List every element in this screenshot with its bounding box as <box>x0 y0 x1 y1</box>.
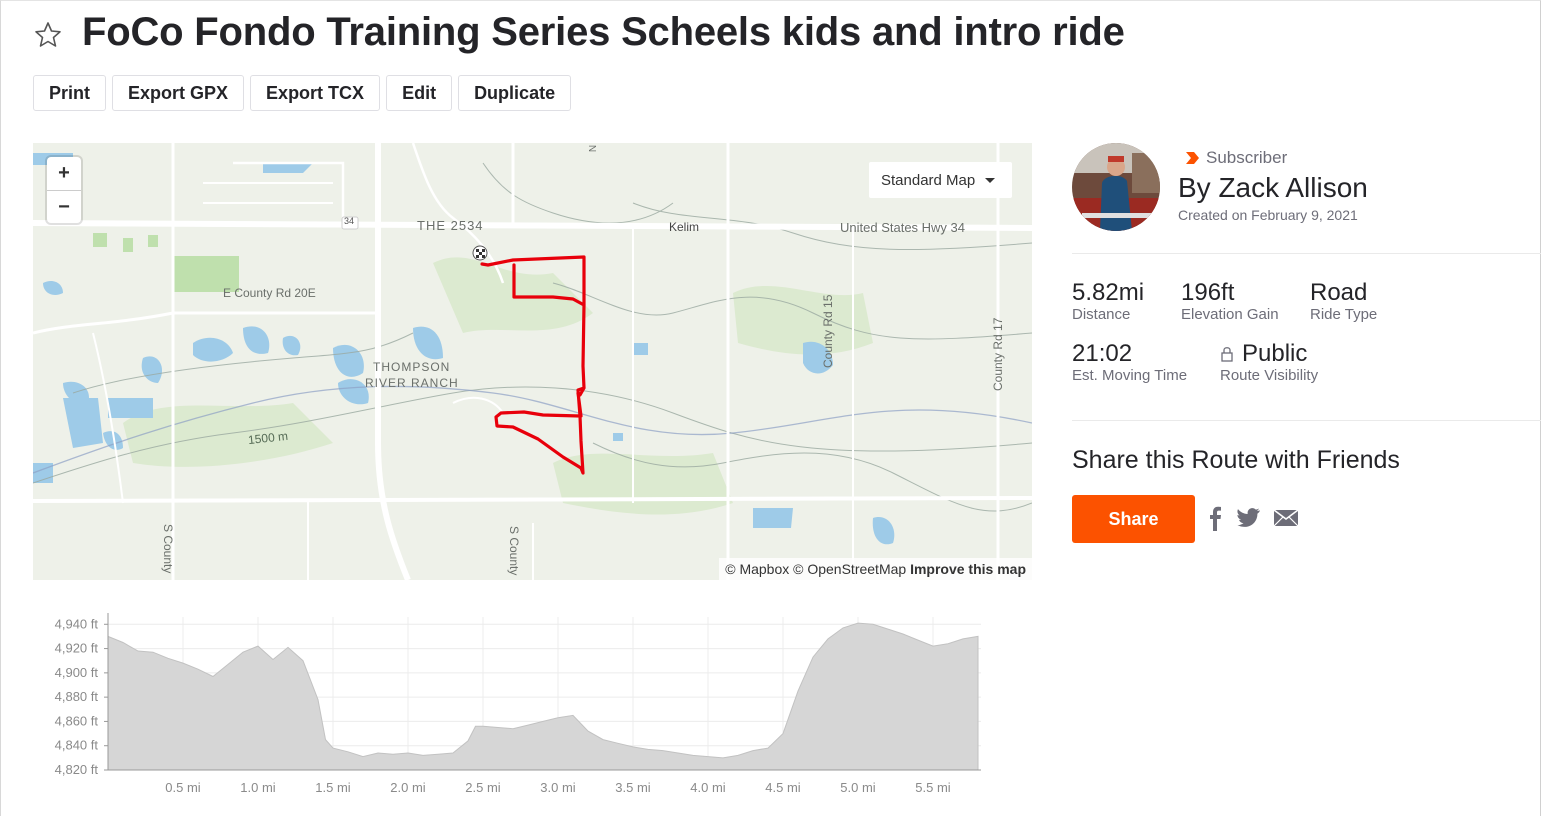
map-label-county15: County Rd 15 <box>821 294 835 368</box>
x-tick-label: 3.0 mi <box>540 780 576 795</box>
social-share <box>1205 505 1299 531</box>
map-label-county17: County Rd 17 <box>991 317 1005 391</box>
map-label-hwy34-shield: 34 <box>344 216 355 226</box>
elevation-label: Elevation Gain <box>1181 306 1279 323</box>
facebook-icon[interactable] <box>1205 505 1225 531</box>
stat-ride-type: Road Ride Type <box>1310 279 1377 323</box>
share-heading: Share this Route with Friends <box>1072 446 1400 474</box>
caret-down-icon <box>985 177 996 183</box>
share-button[interactable]: Share <box>1072 495 1195 543</box>
moving-time-label: Est. Moving Time <box>1072 367 1188 384</box>
star-icon[interactable] <box>33 20 63 50</box>
map-label-scounty-1: S County <box>161 524 175 574</box>
visibility-label: Route Visibility <box>1220 367 1319 384</box>
divider <box>1072 420 1541 421</box>
y-tick-label: 4,840 ft <box>55 738 99 753</box>
improve-map-link[interactable]: Improve this map <box>910 561 1026 577</box>
zoom-controls: + − <box>47 157 81 223</box>
x-tick-label: 4.5 mi <box>765 780 801 795</box>
export-tcx-button[interactable]: Export TCX <box>250 75 381 111</box>
x-tick-label: 2.5 mi <box>465 780 501 795</box>
map-label-scounty-2: S County <box>507 526 521 576</box>
zoom-out-button[interactable]: − <box>47 191 81 224</box>
moving-time-value: 21:02 <box>1072 340 1133 367</box>
athlete-name[interactable]: By Zack Allison <box>1178 172 1368 204</box>
y-tick-label: 4,920 ft <box>55 641 99 656</box>
distance-label: Distance <box>1072 306 1131 323</box>
x-tick-label: 2.0 mi <box>390 780 426 795</box>
visibility-value: Public <box>1242 340 1308 367</box>
map-canvas <box>33 143 1032 580</box>
map-label-the2534: THE 2534 <box>417 218 484 233</box>
x-tick-label: 3.5 mi <box>615 780 651 795</box>
osm-link[interactable]: © OpenStreetMap <box>793 561 906 577</box>
avatar[interactable] <box>1072 143 1160 231</box>
x-tick-label: 4.0 mi <box>690 780 726 795</box>
export-gpx-button[interactable]: Export GPX <box>112 75 245 111</box>
map-label-river-ranch: RIVER RANCH <box>365 376 459 390</box>
lock-icon <box>1221 347 1233 362</box>
map-label-hwy34: United States Hwy 34 <box>840 220 966 235</box>
map-type-select[interactable]: Standard Map <box>869 162 1012 198</box>
stat-visibility: Public Route Visibility <box>1220 340 1318 384</box>
map-label-county20e: E County Rd 20E <box>223 286 316 300</box>
y-tick-label: 4,940 ft <box>55 616 99 631</box>
subscriber-label: Subscriber <box>1206 148 1288 167</box>
y-tick-label: 4,900 ft <box>55 665 99 680</box>
ride-type-value: Road <box>1310 279 1368 306</box>
map-label-thompson: THOMPSON <box>373 360 451 374</box>
duplicate-button[interactable]: Duplicate <box>458 75 572 111</box>
edit-button[interactable]: Edit <box>386 75 453 111</box>
zoom-in-button[interactable]: + <box>47 157 81 191</box>
twitter-icon[interactable] <box>1237 508 1261 528</box>
route-map[interactable]: + − Standard Map THE 2534 Kelim United S… <box>33 143 1032 580</box>
stat-distance: 5.82mi Distance <box>1072 279 1144 323</box>
y-tick-label: 4,880 ft <box>55 689 99 704</box>
elevation-value: 196ft <box>1181 279 1235 306</box>
created-date: Created on February 9, 2021 <box>1178 207 1358 223</box>
map-attribution: © Mapbox © OpenStreetMap Improve this ma… <box>719 558 1032 580</box>
stat-moving-time: 21:02 Est. Moving Time <box>1072 340 1187 384</box>
stat-elevation: 196ft Elevation Gain <box>1181 279 1279 323</box>
y-tick-label: 4,820 ft <box>55 762 99 777</box>
x-tick-label: 1.0 mi <box>240 780 276 795</box>
divider <box>1072 253 1541 254</box>
elevation-area <box>107 622 979 771</box>
subscriber-icon <box>1186 152 1199 164</box>
print-button[interactable]: Print <box>33 75 107 111</box>
x-tick-label: 5.5 mi <box>915 780 951 795</box>
map-label-north: N <box>586 144 598 153</box>
route-actions: Print Export GPX Export TCX Edit Duplica… <box>33 75 572 111</box>
y-tick-label: 4,860 ft <box>55 713 99 728</box>
map-label-kelim: Kelim <box>669 220 700 234</box>
x-tick-label: 5.0 mi <box>840 780 876 795</box>
x-tick-label: 0.5 mi <box>165 780 201 795</box>
distance-value: 5.82mi <box>1072 279 1145 306</box>
elevation-chart[interactable]: 4,820 ft 4,840 ft 4,860 ft 4,880 ft 4,900 ft… <box>33 605 993 805</box>
page-title: FoCo Fondo Training Series Scheels kids … <box>82 10 1125 54</box>
subscriber-badge: Subscriber <box>1184 148 1287 168</box>
map-type-label: Standard Map <box>881 171 976 189</box>
x-tick-label: 1.5 mi <box>315 780 351 795</box>
ride-type-label: Ride Type <box>1310 306 1378 323</box>
email-icon[interactable] <box>1273 509 1299 527</box>
mapbox-link[interactable]: © Mapbox <box>725 561 789 577</box>
